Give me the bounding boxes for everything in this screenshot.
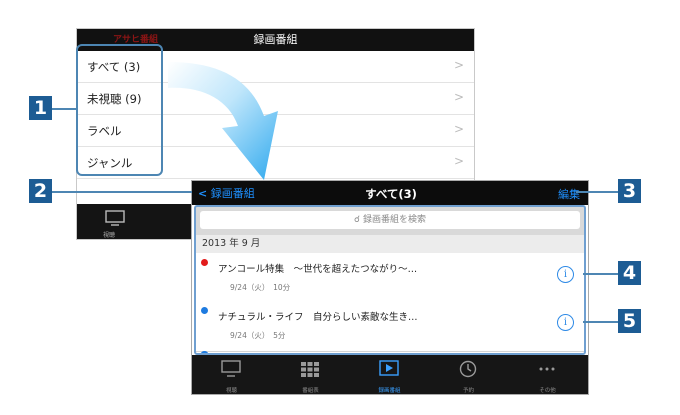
connector-2 — [52, 191, 192, 193]
tab-reservations[interactable]: 予約 — [429, 355, 508, 394]
chevron-right-icon: > — [453, 122, 464, 136]
callout-marker-4: 4 — [618, 261, 641, 285]
tab-label: 視聴 — [225, 388, 237, 394]
back-button[interactable]: < 録画番組 — [198, 185, 255, 201]
tab-more[interactable]: その他 — [508, 355, 587, 394]
tab-label: 視聴 — [103, 232, 116, 239]
callout-marker-1: 1 — [29, 96, 52, 120]
edit-button[interactable]: 編集 — [558, 186, 580, 202]
tv-icon — [105, 210, 125, 226]
tab-label: その他 — [539, 388, 556, 394]
connector-3 — [576, 191, 618, 193]
connector-5 — [583, 321, 618, 323]
connector-4 — [583, 273, 618, 275]
play-icon — [379, 360, 399, 376]
callout-outline-front — [194, 205, 586, 355]
nav-bar: すべて(3) < 録画番組 編集 — [192, 181, 588, 205]
tab-label: 録画番組 — [378, 388, 401, 394]
more-icon — [539, 367, 555, 371]
callout-marker-5: 5 — [618, 309, 641, 333]
callout-marker-2: 2 — [29, 179, 52, 203]
grid-icon — [301, 362, 319, 377]
chevron-right-icon: > — [453, 90, 464, 104]
callout-marker-3: 3 — [618, 179, 641, 203]
curved-arrow-icon — [168, 62, 278, 180]
tab-watch[interactable]: 視聴 — [192, 355, 271, 394]
chevron-right-icon: > — [453, 58, 464, 72]
back-header-title: 録画番組 — [253, 33, 298, 46]
front-screen: すべて(3) < 録画番組 編集 ☌ 録画番組を検索 2013 年 9 月 アン… — [191, 180, 589, 395]
tab-label: 予約 — [462, 388, 474, 394]
chevron-right-icon: > — [453, 154, 464, 168]
chevron-left-icon: < — [198, 187, 208, 200]
tab-bar: 視聴 番組表 録画番組 予約 その他 — [192, 355, 588, 394]
tab-label: 番組表 — [302, 388, 319, 394]
clock-icon — [459, 360, 477, 378]
tab-program-guide[interactable]: 番組表 — [271, 355, 350, 394]
back-button-label: 録画番組 — [210, 187, 255, 200]
tv-icon — [221, 360, 241, 377]
tab-recordings[interactable]: 録画番組 — [350, 355, 429, 394]
connector-1 — [52, 108, 76, 110]
callout-outline-1 — [76, 44, 163, 176]
